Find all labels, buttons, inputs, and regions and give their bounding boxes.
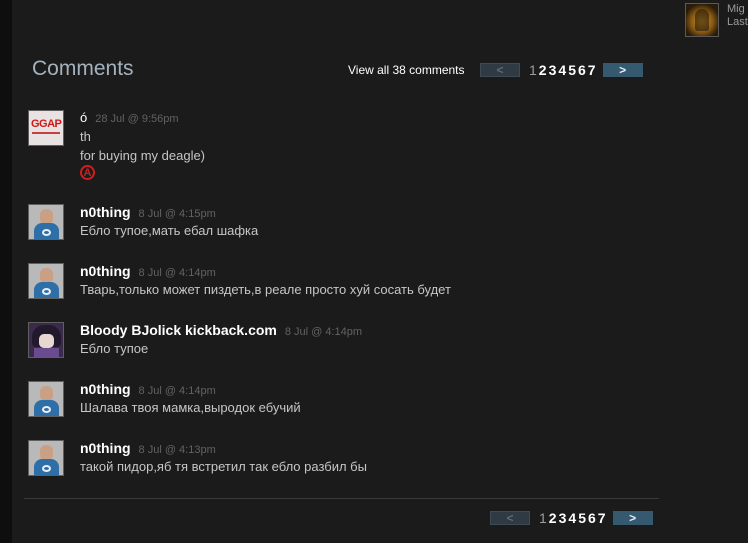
avatar-head	[40, 386, 53, 401]
comment-header: n0thing 8 Jul @ 4:15pm	[80, 204, 216, 220]
comment-author[interactable]: n0thing	[80, 263, 131, 279]
left-edge-strip	[0, 0, 12, 543]
comment-text: Ебло тупое,мать ебал шафка	[80, 223, 259, 238]
comment-header: n0thing 8 Jul @ 4:14pm	[80, 263, 216, 279]
comment-header: ó 28 Jul @ 9:56pm	[80, 110, 179, 125]
profile-status: Last	[727, 16, 748, 28]
page-1: 1	[529, 62, 537, 78]
page-4[interactable]: 4	[557, 62, 567, 78]
page-3[interactable]: 3	[558, 510, 568, 526]
profile-corner[interactable]: Mig Last	[684, 3, 748, 39]
page-4[interactable]: 4	[567, 510, 577, 526]
comments-title: Comments	[32, 57, 134, 80]
comment-text: Шалава твоя мамка,выродок ебучий	[80, 400, 301, 415]
comment-header: Bloody BJolick kickback.com 8 Jul @ 4:14…	[80, 322, 362, 338]
page-5[interactable]: 5	[577, 510, 587, 526]
comment-avatar[interactable]	[28, 204, 64, 240]
avatar-cloth	[34, 348, 59, 357]
comment-avatar[interactable]	[28, 263, 64, 299]
comment-timestamp: 8 Jul @ 4:13pm	[138, 444, 216, 456]
page-numbers: 1 2 3 4 5 6 7	[528, 62, 597, 78]
prev-page-button[interactable]: <	[490, 511, 530, 525]
comment-header: n0thing 8 Jul @ 4:14pm	[80, 381, 216, 397]
comment-timestamp: 8 Jul @ 4:14pm	[138, 385, 216, 397]
comment-author[interactable]: ó	[80, 110, 87, 125]
user-avatar[interactable]	[685, 3, 719, 37]
page-2[interactable]: 2	[538, 62, 548, 78]
ggap-logo: GGAP	[31, 118, 62, 130]
comment-author[interactable]: Bloody BJolick kickback.com	[80, 322, 277, 338]
avatar-head	[40, 445, 53, 460]
avatar-emblem	[42, 465, 51, 472]
page-1: 1	[539, 510, 547, 526]
comment-timestamp: 28 Jul @ 9:56pm	[95, 113, 179, 125]
page-3[interactable]: 3	[548, 62, 558, 78]
comment-text: Тварь,только может пиздеть,в реале прост…	[80, 282, 451, 297]
comment-timestamp: 8 Jul @ 4:15pm	[138, 208, 216, 220]
comments-divider	[24, 498, 659, 499]
comment-avatar[interactable]: GGAP	[28, 110, 64, 146]
comment-avatar[interactable]	[28, 440, 64, 476]
avatar-head	[40, 209, 53, 224]
pager-bottom: < 1 2 3 4 5 6 7 >	[490, 510, 653, 526]
next-page-button[interactable]: >	[612, 511, 653, 525]
view-all-comments-link[interactable]: View all 38 comments	[348, 63, 465, 77]
page-6[interactable]: 6	[577, 62, 587, 78]
page-5[interactable]: 5	[567, 62, 577, 78]
comment-timestamp: 8 Jul @ 4:14pm	[138, 267, 216, 279]
avatar-head	[40, 268, 53, 283]
page-numbers: 1 2 3 4 5 6 7	[538, 510, 607, 526]
comment-header: n0thing 8 Jul @ 4:13pm	[80, 440, 216, 456]
avatar-face	[39, 334, 54, 348]
comment-avatar[interactable]	[28, 381, 64, 417]
avatar-emblem	[42, 288, 51, 295]
avatar-emblem	[42, 229, 51, 236]
comment-text-line-1: th	[80, 129, 91, 144]
anarchy-symbol-icon: A	[80, 165, 95, 180]
profile-name[interactable]: Mig	[727, 3, 745, 15]
page-2[interactable]: 2	[548, 510, 558, 526]
comment-author[interactable]: n0thing	[80, 440, 131, 456]
page-7[interactable]: 7	[587, 62, 597, 78]
comment-avatar[interactable]	[28, 322, 64, 358]
comment-author[interactable]: n0thing	[80, 204, 131, 220]
comment-text-line-2: for buying my deagle)	[80, 148, 206, 163]
page-6[interactable]: 6	[587, 510, 597, 526]
next-page-button[interactable]: >	[602, 63, 643, 77]
logo-underline	[32, 132, 60, 134]
comment-timestamp: 8 Jul @ 4:14pm	[284, 326, 363, 338]
comment-text: такой пидор,яб тя встретил так ебло разб…	[80, 459, 367, 474]
prev-page-button[interactable]: <	[480, 63, 520, 77]
pager-top: < 1 2 3 4 5 6 7 >	[480, 62, 643, 78]
avatar-emblem	[42, 406, 51, 413]
comment-text: Ебло тупое	[80, 341, 149, 356]
page-7[interactable]: 7	[597, 510, 607, 526]
comment-author[interactable]: n0thing	[80, 381, 131, 397]
